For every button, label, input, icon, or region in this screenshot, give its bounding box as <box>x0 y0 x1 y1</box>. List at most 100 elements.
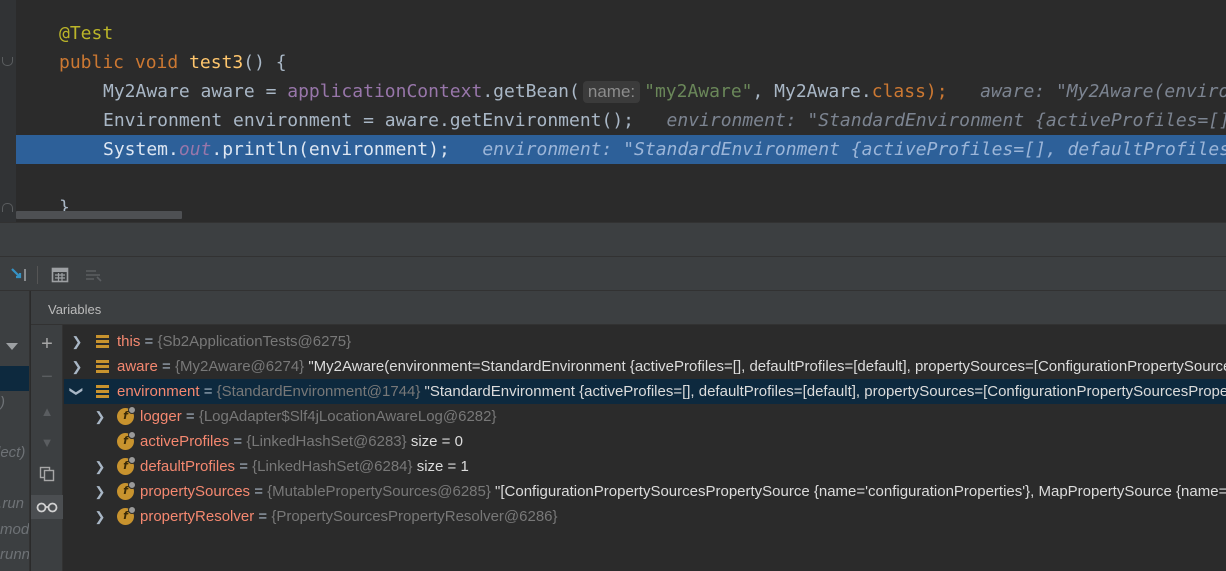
variable-row[interactable]: ❯ f propertySources = {MutablePropertySo… <box>64 479 1226 504</box>
editor-gutter[interactable] <box>0 0 16 222</box>
code-text: () { <box>243 52 287 73</box>
variable-row[interactable]: f activeProfiles = {LinkedHashSet@6283} … <box>64 429 1226 454</box>
field-name: applicationContext <box>287 81 483 102</box>
debug-toolbar <box>0 256 1226 291</box>
trace-stream-icon[interactable] <box>83 265 103 285</box>
expand-arrow-icon[interactable]: ❯ <box>94 504 106 529</box>
move-up-icon[interactable]: ▲ <box>31 399 63 423</box>
code-text: .println(environment); <box>211 139 450 160</box>
variable-name: propertyResolver <box>140 508 255 525</box>
code-line[interactable]: @Test <box>16 19 1226 48</box>
field-icon: f <box>117 481 136 500</box>
variable-value: "My2Aware(environment=StandardEnvironmen… <box>308 358 1226 375</box>
field-icon: f <box>117 431 136 450</box>
inline-debug-value: environment: "StandardEnvironment {activ… <box>482 139 1226 160</box>
variable-value: "StandardEnvironment {activeProfiles=[],… <box>424 383 1226 400</box>
expand-arrow-icon[interactable]: ❯ <box>94 454 106 479</box>
variable-row[interactable]: ❯ f propertyResolver = {PropertySourcesP… <box>64 504 1226 529</box>
variable-name: this <box>117 333 141 350</box>
chevron-down-icon[interactable] <box>6 343 18 350</box>
code-text: = <box>254 81 288 102</box>
fold-marker[interactable] <box>2 203 13 212</box>
collapse-arrow-icon[interactable]: ❯ <box>65 386 90 398</box>
move-down-icon[interactable]: ▼ <box>31 430 63 454</box>
variable-value: size = 0 <box>410 433 463 450</box>
frame-item[interactable]: t.run <box>0 495 24 512</box>
code-line[interactable]: My2Aware aware = applicationContext.getB… <box>16 77 1226 106</box>
variable-name: defaultProfiles <box>140 458 236 475</box>
variable-name: aware <box>117 358 158 375</box>
variable-row[interactable]: ❯ f logger = {LogAdapter$Slf4jLocationAw… <box>64 404 1226 429</box>
code-text: Environment environment = aware.getEnvir… <box>103 110 635 131</box>
list-icon <box>95 334 111 350</box>
frame-item[interactable]: ) <box>0 394 5 411</box>
inline-debug-value: environment: "StandardEnvironment {activ… <box>666 110 1226 131</box>
code-text: ); <box>925 81 948 102</box>
code-text: .getBean( <box>482 81 580 102</box>
variables-title: Variables <box>48 302 102 317</box>
debug-panel-header <box>0 222 1226 256</box>
code-text: , My2Aware. <box>752 81 872 102</box>
variable-type: {LogAdapter$Slf4jLocationAwareLog@6282} <box>198 408 497 425</box>
variable-value: size = 1 <box>416 458 469 475</box>
variable-type: {Sb2ApplicationTests@6275} <box>157 333 352 350</box>
variable-row[interactable]: ❯ this = {Sb2ApplicationTests@6275} <box>64 329 1226 354</box>
variable-row[interactable]: ❯ aware = {My2Aware@6274} "My2Aware(envi… <box>64 354 1226 379</box>
expand-arrow-icon[interactable]: ❯ <box>71 354 83 379</box>
code-editor[interactable]: @Test public void test3() { My2Aware awa… <box>0 0 1226 222</box>
add-watch-icon[interactable]: + <box>31 332 63 356</box>
field-icon: f <box>117 406 136 425</box>
toolbar-separator <box>37 266 38 284</box>
parameter-hint: name: <box>582 81 641 103</box>
expand-arrow-icon[interactable]: ❯ <box>94 479 106 504</box>
variable-type: {PropertySourcesPropertyResolver@6286} <box>271 508 558 525</box>
field-icon: f <box>117 506 136 525</box>
field-icon: f <box>117 456 136 475</box>
show-watches-icon[interactable] <box>31 495 63 519</box>
variables-header: Variables <box>31 291 1226 325</box>
annotation: @Test <box>59 23 114 44</box>
code-text: System. <box>103 139 179 160</box>
variable-type: {My2Aware@6274} <box>174 358 305 375</box>
evaluate-expression-icon[interactable] <box>50 265 70 285</box>
variable-type: {LinkedHashSet@6283} <box>246 433 407 450</box>
selected-frame[interactable] <box>0 366 29 391</box>
frame-item[interactable]: lect) <box>0 444 25 461</box>
list-icon <box>95 384 111 400</box>
variable-value: "[ConfigurationPropertySourcesPropertySo… <box>495 483 1226 500</box>
list-icon <box>95 359 111 375</box>
expand-arrow-icon[interactable]: ❯ <box>94 404 106 429</box>
code-text: aware <box>200 81 255 102</box>
expand-arrow-icon[interactable]: ❯ <box>71 329 83 354</box>
fold-marker[interactable] <box>2 57 13 66</box>
variable-name: propertySources <box>140 483 251 500</box>
horizontal-scrollbar[interactable] <box>16 211 182 219</box>
execution-line[interactable]: System.out.println(environment); environ… <box>16 135 1226 164</box>
code-line[interactable]: public void test3() { <box>16 48 1226 77</box>
variable-row[interactable]: ❯ environment = {StandardEnvironment@174… <box>64 379 1226 404</box>
variable-name: logger <box>140 408 182 425</box>
variable-type: {StandardEnvironment@1744} <box>216 383 421 400</box>
variable-name: environment <box>117 383 200 400</box>
frame-item[interactable]: runn <box>0 546 29 563</box>
variables-toolbar: + − ▲ ▼ <box>31 325 63 571</box>
inline-debug-value: aware: "My2Aware(environment=StandardEnv… <box>980 81 1226 102</box>
keyword: public <box>59 52 125 73</box>
string-literal: "my2Aware" <box>644 81 753 102</box>
frame-item[interactable]: mod <box>0 521 29 538</box>
code-line[interactable]: Environment environment = aware.getEnvir… <box>16 106 1226 135</box>
keyword: void <box>134 52 179 73</box>
variable-type: {LinkedHashSet@6284} <box>252 458 413 475</box>
copy-icon[interactable] <box>31 462 63 486</box>
code-line[interactable]: } <box>16 193 1226 222</box>
run-to-cursor-icon[interactable] <box>9 265 29 285</box>
frames-panel[interactable]: ) lect) t.run mod runn <box>0 291 30 571</box>
variables-tree[interactable]: ❯ this = {Sb2ApplicationTests@6275} ❯ aw… <box>64 325 1226 571</box>
keyword: class <box>871 81 926 102</box>
remove-watch-icon[interactable]: − <box>31 365 63 389</box>
variable-row[interactable]: ❯ f defaultProfiles = {LinkedHashSet@628… <box>64 454 1226 479</box>
field-name: out <box>178 139 212 160</box>
method-name: test3 <box>189 52 244 73</box>
variable-name: activeProfiles <box>140 433 230 450</box>
variable-type: {MutablePropertySources@6285} <box>267 483 491 500</box>
